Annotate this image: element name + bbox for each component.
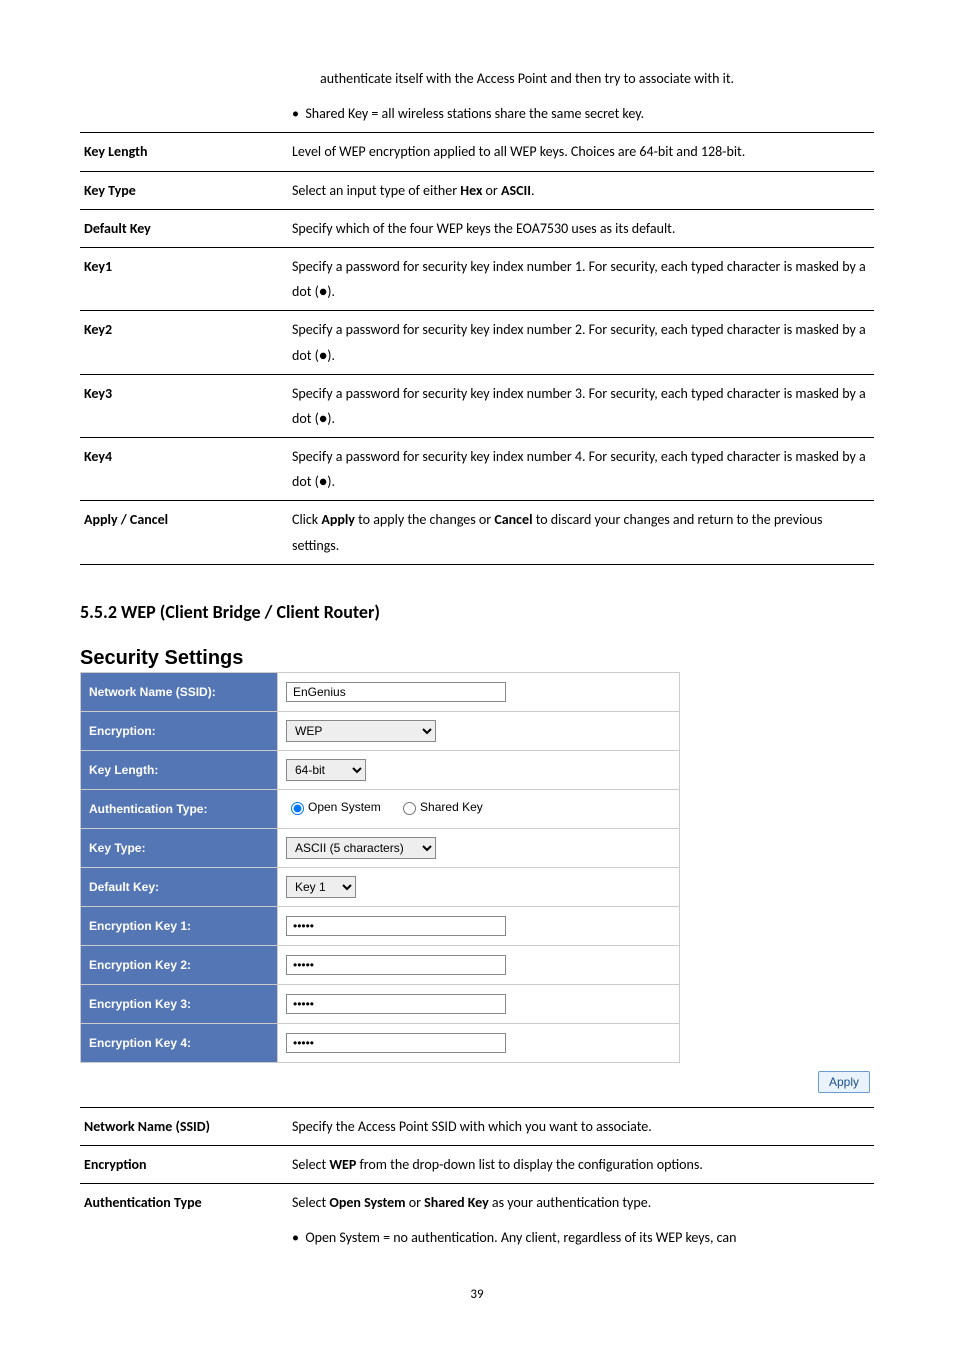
ssid-field-label: Network Name (SSID): [81, 672, 278, 711]
enc-key3-input[interactable] [286, 994, 506, 1014]
key-type-field-cell: ASCII (5 characters) [278, 828, 680, 867]
key1-label: Key1 [80, 247, 288, 310]
key-length-field-label: Key Length: [81, 750, 278, 789]
bottom-definition-table: Network Name (SSID) Specify the Access P… [80, 1107, 874, 1257]
default-key-field-label: Default Key: [81, 867, 278, 906]
auth-line: authenticate itself with the Access Poin… [292, 66, 870, 91]
enc-key1-label: Encryption Key 1: [81, 906, 278, 945]
ssid-field-cell [278, 672, 680, 711]
enc-key2-cell [278, 945, 680, 984]
encryption-select[interactable]: WEP [286, 720, 436, 742]
key-type-field-label: Key Type: [81, 828, 278, 867]
key2-desc: Specify a password for security key inde… [288, 311, 874, 374]
default-key-label: Default Key [80, 209, 288, 247]
key-type-label: Key Type [80, 171, 288, 209]
key-length-label: Key Length [80, 133, 288, 171]
shared-key-bullet: • Shared Key = all wireless stations sha… [292, 101, 870, 126]
encryption-def-desc: Select WEP from the drop-down list to di… [288, 1146, 874, 1184]
key4-label: Key4 [80, 438, 288, 501]
key-type-desc: Select an input type of either Hex or AS… [288, 171, 874, 209]
apply-button[interactable]: Apply [818, 1071, 870, 1093]
ssid-def-desc: Specify the Access Point SSID with which… [288, 1107, 874, 1145]
security-settings-heading: Security Settings [80, 647, 874, 670]
auth-continuation-desc: authenticate itself with the Access Poin… [288, 60, 874, 133]
key-length-desc: Level of WEP encryption applied to all W… [288, 133, 874, 171]
default-key-field-cell: Key 1 [278, 867, 680, 906]
shared-key-radio-label[interactable]: Shared Key [398, 799, 483, 815]
enc-key4-label: Encryption Key 4: [81, 1023, 278, 1062]
enc-key4-input[interactable] [286, 1033, 506, 1053]
key-type-select[interactable]: ASCII (5 characters) [286, 837, 436, 859]
enc-key1-cell [278, 906, 680, 945]
ssid-def-label: Network Name (SSID) [80, 1107, 288, 1145]
top-definition-table: authenticate itself with the Access Poin… [80, 60, 874, 565]
default-key-desc: Specify which of the four WEP keys the E… [288, 209, 874, 247]
enc-key1-input[interactable] [286, 916, 506, 936]
key1-desc: Specify a password for security key inde… [288, 247, 874, 310]
enc-key2-input[interactable] [286, 955, 506, 975]
ssid-input[interactable] [286, 682, 506, 702]
encryption-field-cell: WEP [278, 711, 680, 750]
auth-type-field-label: Authentication Type: [81, 789, 278, 828]
apply-cancel-desc: Click Apply to apply the changes or Canc… [288, 501, 874, 564]
key-length-select[interactable]: 64-bit [286, 759, 366, 781]
enc-key3-label: Encryption Key 3: [81, 984, 278, 1023]
shared-key-radio[interactable] [403, 802, 416, 815]
page-number: 39 [80, 1287, 874, 1302]
key4-desc: Specify a password for security key inde… [288, 438, 874, 501]
default-key-select[interactable]: Key 1 [286, 876, 356, 898]
auth-type-field-cell: Open System Shared Key [278, 789, 680, 828]
apply-button-row: Apply [80, 1071, 870, 1093]
enc-key2-label: Encryption Key 2: [81, 945, 278, 984]
enc-key3-cell [278, 984, 680, 1023]
key3-label: Key3 [80, 374, 288, 437]
encryption-field-label: Encryption: [81, 711, 278, 750]
key3-desc: Specify a password for security key inde… [288, 374, 874, 437]
apply-cancel-label: Apply / Cancel [80, 501, 288, 564]
auth-open-bullet: • Open System = no authentication. Any c… [292, 1225, 870, 1250]
section-heading: 5.5.2 WEP (Client Bridge / Client Router… [80, 601, 874, 623]
open-system-radio[interactable] [291, 802, 304, 815]
enc-key4-cell [278, 1023, 680, 1062]
auth-type-def-label: Authentication Type [80, 1184, 288, 1257]
encryption-def-label: Encryption [80, 1146, 288, 1184]
auth-type-def-desc: Select Open System or Shared Key as your… [288, 1184, 874, 1257]
open-system-radio-label[interactable]: Open System [286, 799, 381, 815]
empty-cell [80, 60, 288, 133]
key-length-field-cell: 64-bit [278, 750, 680, 789]
key2-label: Key2 [80, 311, 288, 374]
security-settings-form: Network Name (SSID): Encryption: WEP Key… [80, 672, 680, 1063]
